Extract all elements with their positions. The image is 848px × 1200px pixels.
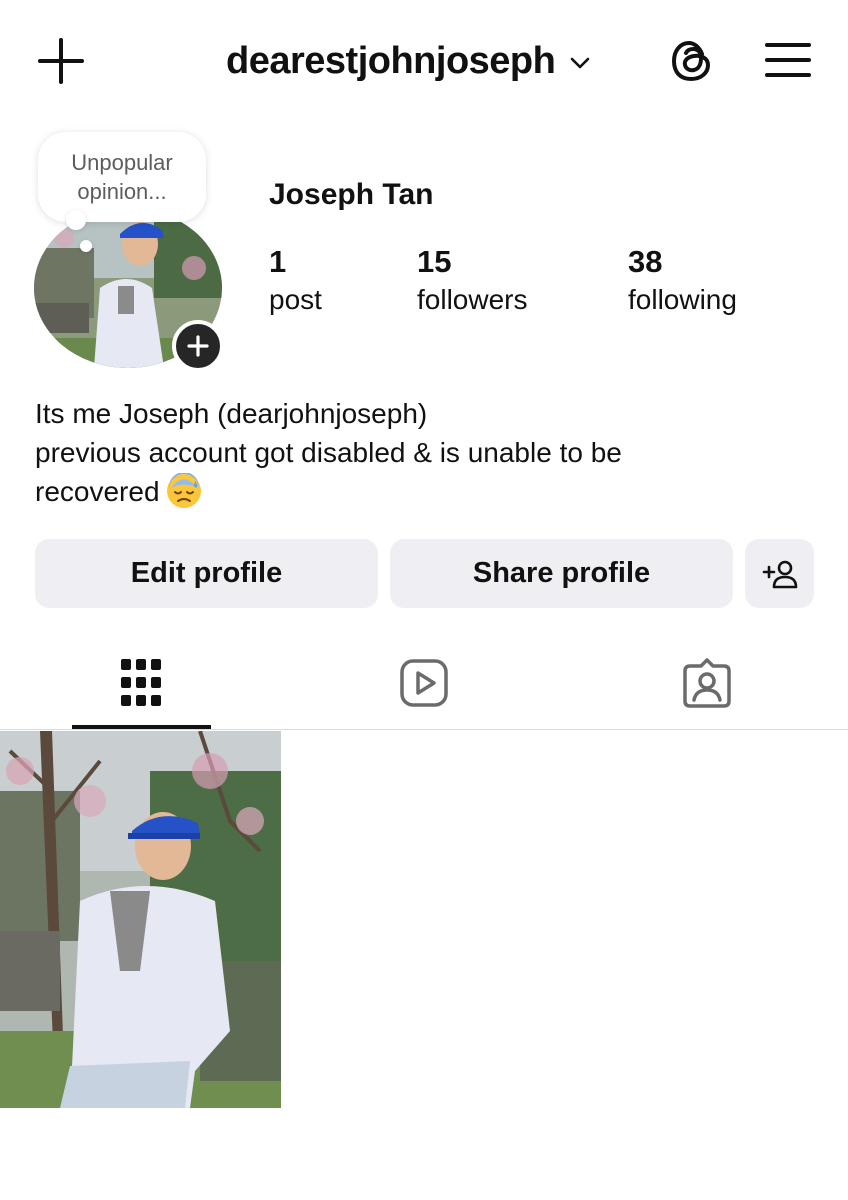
account-switcher[interactable]: dearestjohnjoseph [226,38,591,84]
create-button[interactable] [38,38,84,84]
note-text: Unpopular opinion... [71,150,173,204]
bio-line-text: recovered [35,476,160,507]
post-thumbnail[interactable] [0,731,281,1108]
bio: Its me Joseph (dearjohnjoseph) previous … [35,394,815,511]
discover-people-button[interactable] [745,539,814,608]
tab-posts-grid[interactable] [111,652,171,714]
share-profile-button[interactable]: Share profile [390,539,733,608]
edit-profile-label: Edit profile [130,557,283,589]
bio-line: recovered [35,472,815,511]
tab-reels[interactable] [394,652,454,714]
chevron-down-icon [571,57,590,69]
add-person-icon [762,560,797,588]
full-name: Joseph Tan [269,178,434,211]
followers-count-label: followers [417,284,528,315]
posts-count: 1 post [269,244,322,318]
posts-count-value: 1 [269,244,287,279]
following-count-label: following [628,284,737,315]
following-count-value: 38 [628,244,663,279]
threads-icon [672,41,710,81]
add-story-button[interactable] [172,320,224,372]
threads-button[interactable] [668,36,716,86]
reels-icon [400,659,448,707]
posts-count-label: post [269,284,322,315]
tagged-icon [683,658,731,708]
bio-line: previous account got disabled & is unabl… [35,437,622,468]
edit-profile-button[interactable]: Edit profile [35,539,378,608]
sweat-face-emoji-icon [166,472,201,508]
bio-line: Its me Joseph (dearjohnjoseph) [35,398,428,429]
share-profile-label: Share profile [472,557,651,589]
followers-count[interactable]: 15 followers [417,244,527,318]
profile-avatar-container[interactable] [34,208,224,372]
followers-count-value: 15 [417,244,452,279]
menu-button[interactable] [764,40,812,80]
tab-divider [0,729,848,730]
following-count[interactable]: 38 following [628,244,737,318]
tab-tagged[interactable] [677,652,737,714]
top-bar: dearestjohnjoseph [0,0,848,120]
note-bubble-tail [66,210,86,230]
plus-icon [38,38,84,84]
note-bubble-tail-small [80,240,92,252]
note-bubble[interactable]: Unpopular opinion... [38,132,206,222]
username: dearestjohnjoseph [226,39,556,82]
grid-icon [121,659,161,706]
plus-icon [187,335,209,357]
hamburger-menu-icon [765,43,811,77]
photo-thumbnail [0,731,281,1108]
